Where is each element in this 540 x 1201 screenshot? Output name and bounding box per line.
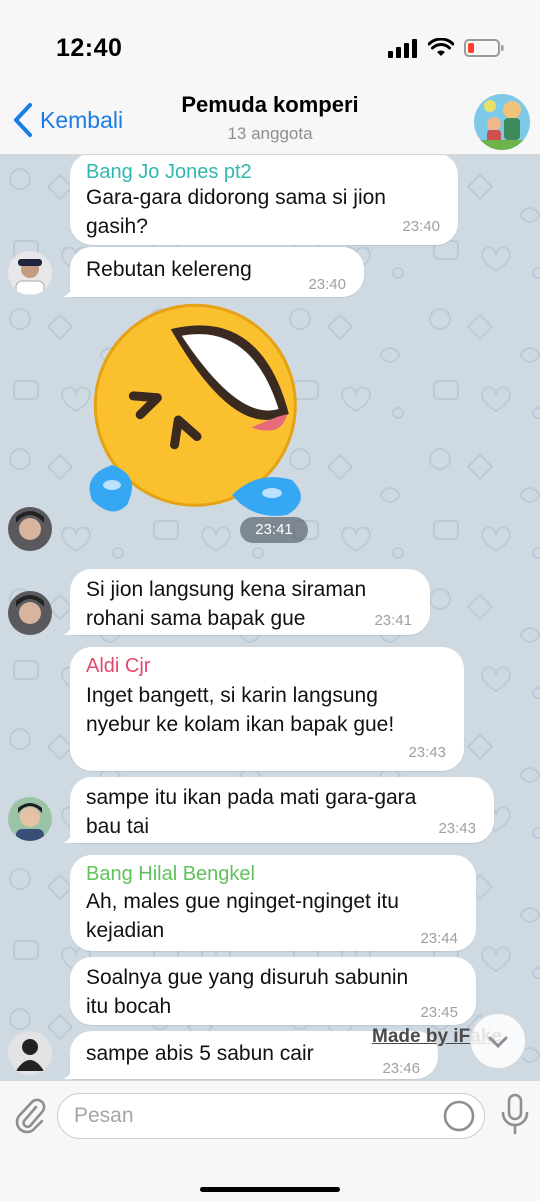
message-time: 23:41 <box>374 612 412 629</box>
avatar[interactable] <box>8 507 52 551</box>
paperclip-icon[interactable] <box>12 1095 46 1135</box>
avatar[interactable] <box>8 591 52 635</box>
group-avatar[interactable] <box>474 94 530 150</box>
message-bubble[interactable]: Si jion langsung kena siraman rohani sam… <box>63 569 430 635</box>
member-count: 13 anggota <box>227 124 313 143</box>
bubble-tail <box>63 825 81 843</box>
signal-icon <box>388 39 417 58</box>
avatar[interactable] <box>8 797 52 841</box>
home-indicator <box>200 1187 340 1192</box>
avatar[interactable] <box>8 251 52 295</box>
sender-name[interactable]: Bang Jo Jones pt2 <box>86 161 252 184</box>
message-time: 23:43 <box>408 744 446 761</box>
bubble-tail <box>63 617 81 635</box>
message-time: 23:43 <box>438 820 476 837</box>
message-text: Inget bangett, si karin langsung nyebur … <box>86 684 395 736</box>
message-text: Rebutan kelereng <box>86 258 252 281</box>
message-bubble[interactable]: Rebutan kelereng 23:40 <box>63 247 364 297</box>
message-text: Gara-gara didorong sama si jion gasih? <box>86 186 386 238</box>
sticker-time: 23:41 <box>240 517 308 543</box>
microphone-icon[interactable] <box>500 1093 530 1137</box>
bubble-tail <box>63 279 81 297</box>
message-text: sampe abis 5 sabun cair <box>86 1042 314 1065</box>
status-bar: 12:40 <box>0 0 540 90</box>
message-text: Soalnya gue yang disuruh sabunin itu boc… <box>86 966 409 1018</box>
chat-header: Kembali Pemuda komperi 13 anggota <box>0 90 540 155</box>
message-composer <box>0 1080 540 1201</box>
message-time: 23:40 <box>402 218 440 235</box>
message-time: 23:45 <box>420 1004 458 1021</box>
sender-name[interactable]: Bang Hilal Bengkel <box>86 863 255 886</box>
message-text: sampe itu ikan pada mati gara-gara bau t… <box>86 786 417 838</box>
message-time: 23:40 <box>308 276 346 293</box>
chevron-down-icon <box>488 1036 508 1049</box>
scroll-down-button[interactable] <box>470 1013 526 1069</box>
chat-area[interactable]: Bang Jo Jones pt2 Gara-gara didorong sam… <box>0 155 540 1080</box>
message-bubble[interactable]: Aldi Cjr Inget bangett, si karin langsun… <box>70 647 464 771</box>
sender-name[interactable]: Aldi Cjr <box>86 655 150 678</box>
message-time: 23:44 <box>420 930 458 947</box>
message-time: 23:46 <box>382 1060 420 1077</box>
message-bubble[interactable]: sampe itu ikan pada mati gara-gara bau t… <box>63 777 494 843</box>
message-input[interactable] <box>57 1093 485 1139</box>
battery-icon <box>464 39 504 57</box>
status-time: 12:40 <box>56 34 123 62</box>
status-icons <box>388 38 504 58</box>
message-bubble[interactable]: Bang Jo Jones pt2 Gara-gara didorong sam… <box>70 155 458 245</box>
bubble-tail <box>63 1061 81 1079</box>
message-text: Ah, males gue nginget-nginget itu kejadi… <box>86 890 399 942</box>
sticker-icon[interactable] <box>442 1099 476 1133</box>
avatar[interactable] <box>8 1031 52 1075</box>
message-text: Si jion langsung kena siraman rohani sam… <box>86 578 367 630</box>
message-bubble[interactable]: Bang Hilal Bengkel Ah, males gue nginget… <box>70 855 476 951</box>
wifi-icon <box>428 38 454 56</box>
message-bubble[interactable]: Soalnya gue yang disuruh sabunin itu boc… <box>70 957 476 1025</box>
chat-title[interactable]: Pemuda komperi <box>0 92 540 118</box>
laughing-emoji-sticker[interactable] <box>82 295 312 525</box>
